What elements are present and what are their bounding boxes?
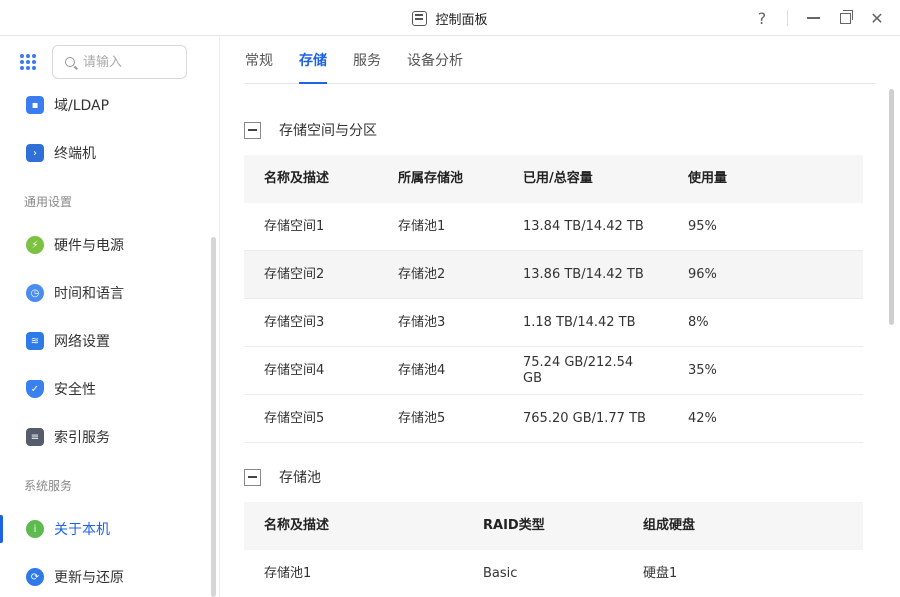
storage-pools-section-header: 存储池 — [244, 467, 321, 487]
sidebar-item-terminal[interactable]: › 终端机 — [0, 133, 215, 173]
tab-storage[interactable]: 存储 — [299, 37, 327, 84]
apps-grid-icon[interactable] — [20, 54, 36, 70]
search-input[interactable] — [83, 54, 173, 70]
sidebar-item-label: 关于本机 — [54, 522, 110, 538]
info-icon: i — [26, 520, 44, 538]
search-icon — [65, 57, 75, 67]
space-name: 存储空间3 — [264, 314, 325, 330]
tab-device-analysis[interactable]: 设备分析 — [407, 37, 463, 84]
time-language-icon: ◷ — [26, 284, 44, 302]
sidebar-item-label: 终端机 — [54, 146, 96, 162]
sidebar-item-security[interactable]: ✓ 安全性 — [0, 369, 215, 409]
usage: 96% — [688, 266, 717, 282]
column-header: 所属存储池 — [398, 171, 464, 186]
section-general-label: 通用设置 — [24, 195, 73, 209]
tab-services[interactable]: 服务 — [353, 37, 381, 84]
sidebar-item-label: 域/LDAP — [54, 98, 110, 114]
capacity: 1.18 TB/14.42 TB — [523, 314, 636, 330]
sidebar-item-hardware[interactable]: ⚡ 硬件与电源 — [0, 225, 215, 265]
sidebar-item-index[interactable]: ≡ 索引服务 — [0, 417, 215, 457]
table-row[interactable]: 存储空间5 存储池5 765.20 GB/1.77 TB 42% — [244, 395, 863, 443]
network-icon: ≋ — [26, 332, 44, 350]
restore-button[interactable] — [838, 9, 853, 25]
section-title: 存储空间与分区 — [279, 123, 377, 139]
window-controls: ? ✕ — [755, 0, 884, 36]
tab-general[interactable]: 常规 — [245, 37, 273, 84]
sidebar: ▪ 域/LDAP › 终端机 通用设置 ⚡ 硬件与电源 ◷ 时间和语言 ≋ 网络… — [0, 37, 220, 597]
pool-name: 存储池1 — [264, 565, 312, 581]
space-name: 存储空间1 — [264, 218, 325, 234]
main-panel: 常规 存储 服务 设备分析 存储空间与分区 名称及描述 所属存储池 已用/总容量… — [221, 37, 900, 597]
terminal-icon: › — [26, 144, 44, 162]
close-button[interactable]: ✕ — [870, 9, 884, 28]
update-restore-icon: ⟳ — [26, 568, 44, 586]
main-scrollbar[interactable] — [889, 89, 894, 325]
window-title: 控制面板 — [435, 12, 488, 28]
table-row[interactable]: 存储池1 Basic 硬盘1 — [244, 550, 863, 597]
divider — [787, 10, 788, 26]
sidebar-item-label: 硬件与电源 — [54, 238, 124, 254]
sidebar-item-network[interactable]: ≋ 网络设置 — [0, 321, 215, 361]
capacity: 765.20 GB/1.77 TB — [523, 410, 646, 426]
help-icon[interactable]: ? — [755, 9, 769, 28]
storage-spaces-table: 名称及描述 所属存储池 已用/总容量 使用量 存储空间1 存储池1 13.84 … — [244, 155, 863, 443]
usage: 35% — [688, 362, 717, 378]
sidebar-item-about[interactable]: i 关于本机 — [0, 509, 215, 549]
sidebar-scrollbar[interactable] — [211, 237, 216, 597]
space-name: 存储空间5 — [264, 410, 325, 426]
column-header: 组成硬盘 — [643, 518, 696, 533]
pool-name: 存储池3 — [398, 314, 446, 330]
space-name: 存储空间2 — [264, 266, 325, 282]
hardware-power-icon: ⚡ — [26, 236, 44, 254]
column-header: 名称及描述 — [264, 171, 330, 186]
sidebar-item-label: 安全性 — [54, 382, 96, 398]
title-bar: 控制面板 ? ✕ — [0, 0, 900, 36]
table-row[interactable]: 存储空间4 存储池4 75.24 GB/212.54 GB 35% — [244, 347, 863, 395]
section-system-label: 系统服务 — [24, 479, 73, 493]
usage: 42% — [688, 410, 717, 426]
table-header-row: 名称及描述 所属存储池 已用/总容量 使用量 — [244, 155, 863, 203]
sidebar-item-time[interactable]: ◷ 时间和语言 — [0, 273, 215, 313]
table-row[interactable]: 存储空间2 存储池2 13.86 TB/14.42 TB 96% — [244, 251, 863, 299]
disks: 硬盘1 — [643, 565, 678, 581]
collapse-storage-pools-button[interactable] — [244, 468, 261, 486]
capacity: 13.84 TB/14.42 TB — [523, 218, 644, 234]
column-header: RAID类型 — [483, 518, 545, 533]
section-title: 存储池 — [279, 470, 321, 486]
column-header: 使用量 — [688, 171, 728, 186]
sidebar-item-ldap[interactable]: ▪ 域/LDAP — [0, 85, 215, 125]
pool-name: 存储池1 — [398, 218, 446, 234]
storage-pools-table: 名称及描述 RAID类型 组成硬盘 存储池1 Basic 硬盘1 — [244, 502, 863, 597]
pool-name: 存储池5 — [398, 410, 446, 426]
pool-name: 存储池2 — [398, 266, 446, 282]
sidebar-item-update[interactable]: ⟳ 更新与还原 — [0, 557, 215, 597]
space-name: 存储空间4 — [264, 362, 325, 378]
capacity: 75.24 GB/212.54 GB — [523, 354, 634, 386]
column-header: 名称及描述 — [264, 518, 330, 533]
collapse-storage-spaces-button[interactable] — [244, 121, 261, 139]
table-row[interactable]: 存储空间1 存储池1 13.84 TB/14.42 TB 95% — [244, 203, 863, 251]
index-service-icon: ≡ — [26, 428, 44, 446]
usage: 8% — [688, 314, 709, 330]
tab-bar: 常规 存储 服务 设备分析 — [245, 37, 875, 84]
capacity: 13.86 TB/14.42 TB — [523, 266, 644, 282]
column-header: 已用/总容量 — [523, 171, 593, 186]
shield-icon: ✓ — [26, 380, 44, 398]
sidebar-item-label: 索引服务 — [54, 430, 110, 446]
domain-ldap-icon: ▪ — [26, 96, 44, 114]
raid-type: Basic — [483, 565, 518, 581]
storage-spaces-section-header: 存储空间与分区 — [244, 120, 377, 140]
control-panel-icon — [412, 10, 428, 26]
table-header-row: 名称及描述 RAID类型 组成硬盘 — [244, 502, 863, 550]
sidebar-item-label: 时间和语言 — [54, 286, 124, 302]
search-box[interactable] — [52, 45, 187, 79]
sidebar-item-label: 更新与还原 — [54, 570, 124, 586]
pool-name: 存储池4 — [398, 362, 446, 378]
table-row[interactable]: 存储空间3 存储池3 1.18 TB/14.42 TB 8% — [244, 299, 863, 347]
sidebar-item-label: 网络设置 — [54, 334, 110, 350]
usage: 95% — [688, 218, 717, 234]
minimize-button[interactable] — [806, 11, 820, 25]
